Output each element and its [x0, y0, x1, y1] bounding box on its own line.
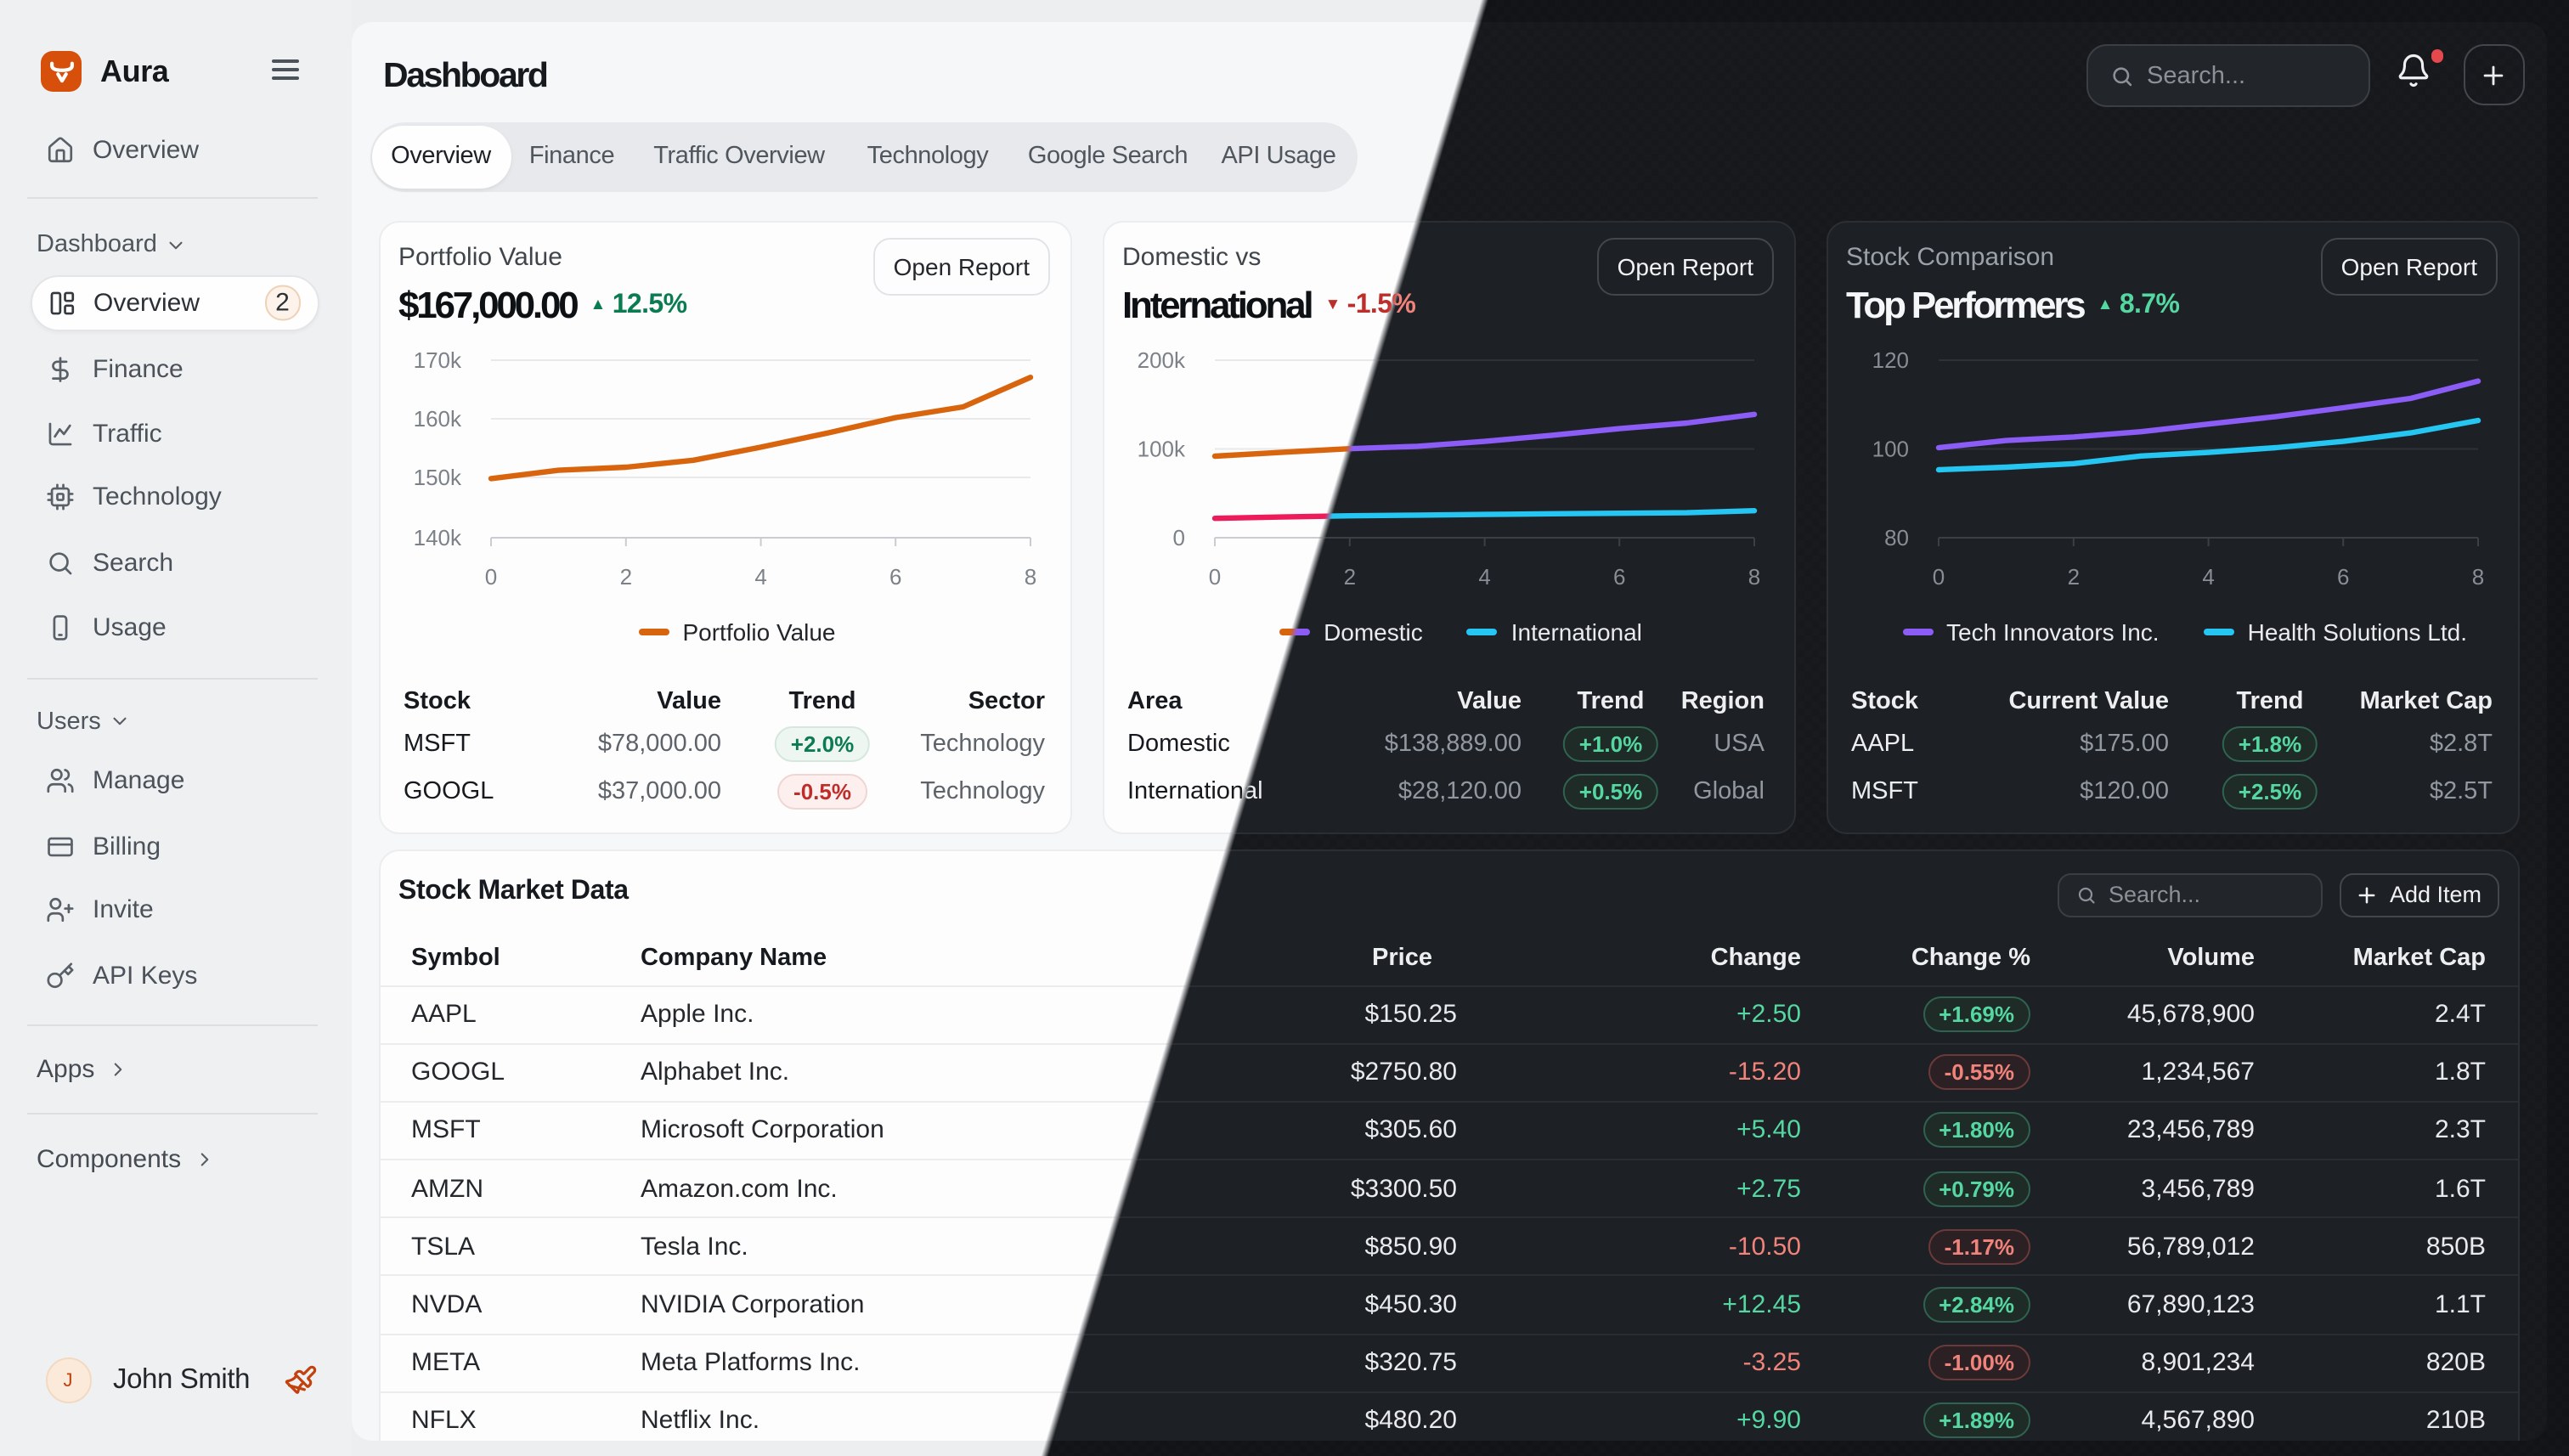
svg-text:2: 2	[619, 563, 631, 589]
svg-text:140k: 140k	[413, 524, 461, 550]
svg-text:4: 4	[1477, 563, 1489, 589]
svg-text:6: 6	[889, 563, 901, 589]
svg-text:6: 6	[2336, 563, 2348, 589]
svg-text:100: 100	[1872, 436, 1908, 461]
svg-text:0: 0	[484, 563, 496, 589]
svg-text:6: 6	[1612, 563, 1624, 589]
svg-text:170k: 170k	[413, 347, 461, 372]
svg-text:80: 80	[1883, 524, 1908, 550]
svg-text:100k: 100k	[1137, 436, 1185, 461]
svg-text:8: 8	[1747, 563, 1759, 589]
svg-text:0: 0	[1932, 563, 1944, 589]
svg-text:0: 0	[1208, 563, 1220, 589]
svg-text:120: 120	[1872, 347, 1908, 372]
svg-text:4: 4	[2201, 563, 2213, 589]
svg-text:0: 0	[1172, 524, 1184, 550]
svg-text:150k: 150k	[413, 464, 461, 489]
svg-text:4: 4	[754, 563, 765, 589]
svg-text:2: 2	[2067, 563, 2079, 589]
svg-text:2: 2	[1343, 563, 1355, 589]
svg-text:8: 8	[1024, 563, 1036, 589]
svg-text:160k: 160k	[413, 405, 461, 431]
svg-text:200k: 200k	[1137, 347, 1185, 372]
svg-text:8: 8	[2471, 563, 2483, 589]
